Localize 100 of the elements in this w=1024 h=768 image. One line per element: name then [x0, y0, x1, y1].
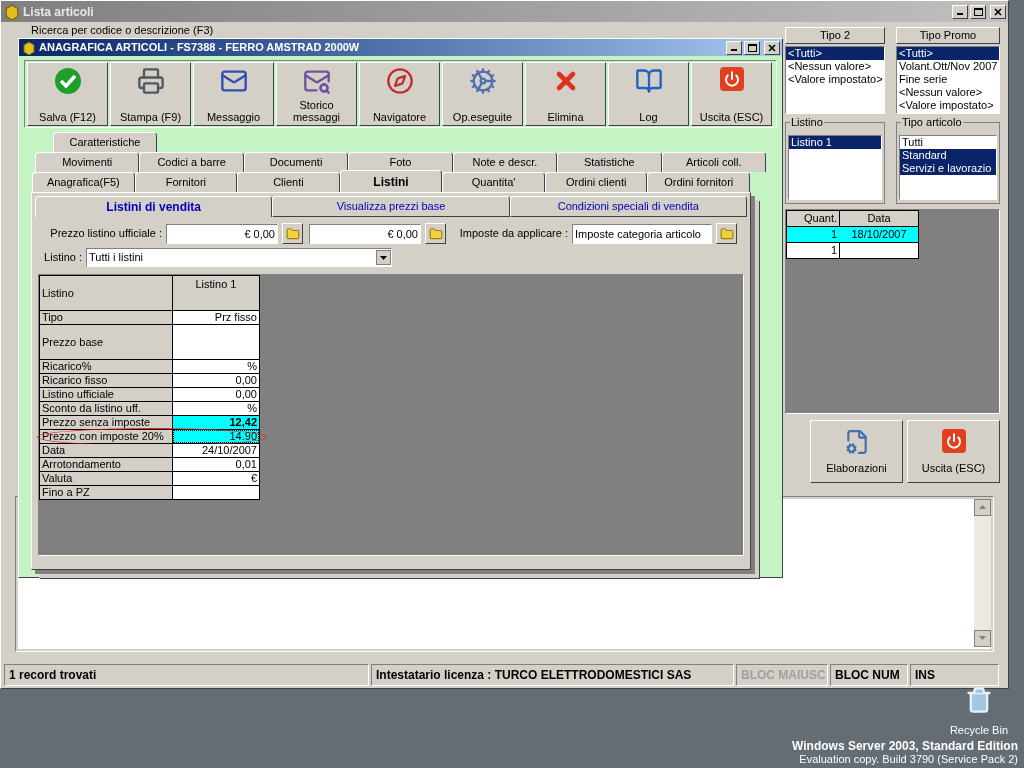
list-item[interactable]: Fine serie	[897, 73, 999, 86]
tab[interactable]: Clienti	[237, 172, 340, 192]
status-bar-field: Intestatario licenza : TURCO ELETTRODOMESTICI SAS	[371, 664, 734, 686]
toolbar-button[interactable]: Uscita (ESC)	[691, 62, 772, 126]
close-icon	[768, 43, 776, 52]
status-bar-field: INS	[910, 664, 999, 686]
recycle-bin-icon[interactable]	[964, 686, 993, 714]
scrollbar[interactable]	[974, 499, 991, 647]
tab[interactable]: Movimenti	[35, 152, 140, 172]
maximize-icon	[973, 7, 983, 16]
tab[interactable]: Caratteristiche	[53, 132, 157, 152]
window-title: Lista articoli	[23, 3, 95, 21]
grid-row[interactable]: 1	[787, 243, 918, 258]
list-item[interactable]: <Valore impostato>	[897, 99, 999, 112]
column-header[interactable]: Tipo Promo	[896, 27, 1000, 44]
close-icon	[994, 7, 1002, 16]
column-header[interactable]: Quant.	[787, 211, 839, 226]
folder-button[interactable]	[282, 223, 303, 244]
status-bar-field: 1 record trovati	[4, 664, 369, 686]
tab[interactable]: Documenti	[243, 152, 349, 172]
row-label: Prezzo con imposte 20%	[40, 430, 172, 443]
toolbar-button[interactable]: Salva (F12)	[27, 62, 108, 126]
toolbar-button[interactable]: Messaggio	[193, 62, 274, 126]
table-cell[interactable]: 0,00	[173, 374, 259, 387]
toolbar-button[interactable]: Log	[608, 62, 689, 126]
tab[interactable]: Condizioni speciali di vendita	[509, 196, 747, 217]
price-field[interactable]: € 0,00	[166, 223, 278, 244]
printer-icon	[136, 67, 165, 95]
table-cell[interactable]: Prz fisso	[173, 311, 259, 324]
window-title: ANAGRAFICA ARTICOLI - FS7388 - FERRO AMSTRAD 2000W	[39, 40, 361, 56]
folder-button[interactable]	[425, 223, 446, 244]
grid-row[interactable]: 1 18/10/2007	[787, 227, 918, 242]
table-cell[interactable]	[173, 325, 259, 359]
power-icon	[941, 429, 966, 453]
minimize-icon	[957, 13, 963, 15]
table-cell[interactable]: 0,01	[173, 458, 259, 471]
maximize-button[interactable]	[744, 40, 760, 55]
book-icon	[634, 67, 663, 95]
tab[interactable]: Fornitori	[134, 172, 238, 192]
table-cell[interactable]: %	[173, 402, 259, 415]
table-cell[interactable]: 14.90	[173, 430, 259, 443]
tab[interactable]: Foto	[348, 152, 453, 172]
tab[interactable]: Ordini fornitori	[647, 172, 751, 192]
box-icon	[22, 40, 36, 55]
list-item[interactable]: <Nessun valore>	[897, 86, 999, 99]
row-label: Prezzo base	[40, 325, 172, 359]
tab[interactable]: Note e descr.	[452, 152, 558, 172]
group-title: Tipo articolo	[901, 116, 963, 129]
list-item[interactable]: Servizi e lavorazio	[900, 162, 996, 175]
close-button[interactable]	[990, 4, 1006, 19]
check-icon	[53, 67, 82, 95]
group-title: Listino	[790, 116, 824, 129]
toolbar-button[interactable]: Storico messaggi	[276, 62, 357, 126]
maximize-button[interactable]	[970, 4, 986, 19]
tab[interactable]: Listini	[339, 170, 443, 192]
list-item[interactable]: <Tutti>	[786, 47, 884, 60]
column-header[interactable]: Data	[840, 211, 918, 226]
table-cell[interactable]: 24/10/2007	[173, 444, 259, 457]
listino-dropdown[interactable]: Tutti i listini	[86, 248, 392, 267]
table-cell[interactable]: €	[173, 472, 259, 485]
list-item[interactable]: Standard	[900, 149, 996, 162]
list-item[interactable]: <Nessun valore>	[786, 60, 884, 73]
row-label: Ricarico%	[40, 360, 172, 373]
table-cell[interactable]: %	[173, 360, 259, 373]
list-item[interactable]: <Valore impostato>	[786, 73, 884, 86]
tab[interactable]: Articoli coll.	[661, 152, 766, 172]
tab[interactable]: Statistiche	[557, 152, 662, 172]
list-item[interactable]: Volant.Ott/Nov 2007	[897, 60, 999, 73]
toolbar-button[interactable]: Navigatore	[359, 62, 440, 126]
tab[interactable]: Quantita'	[442, 172, 545, 192]
tab[interactable]: Listini di vendita	[35, 196, 273, 217]
column-header[interactable]: Tipo 2	[785, 27, 885, 44]
folder-button[interactable]	[716, 223, 737, 244]
tab[interactable]: Codici a barre	[139, 152, 244, 172]
table-cell[interactable]: 12,42	[173, 416, 259, 429]
tab[interactable]: Visualizza prezzi base	[272, 196, 510, 217]
toolbar-button[interactable]: Op.eseguite	[442, 62, 523, 126]
toolbar-button[interactable]: Elimina	[525, 62, 606, 126]
action-button[interactable]: Uscita (ESC)	[907, 420, 1000, 483]
desktop-icon-label[interactable]: Recycle Bin	[949, 724, 1008, 737]
minimize-button[interactable]	[726, 40, 742, 55]
action-button[interactable]: Elaborazioni	[810, 420, 903, 483]
list-item[interactable]: Tutti	[900, 136, 996, 149]
minimize-button[interactable]	[952, 4, 968, 19]
status-bar-field: BLOC NUM	[830, 664, 908, 686]
toolbar-button[interactable]: Stampa (F9)	[110, 62, 191, 126]
price-field[interactable]: € 0,00	[309, 223, 421, 244]
close-button[interactable]	[764, 40, 780, 55]
tab[interactable]: Ordini clienti	[544, 172, 648, 192]
table-cell[interactable]	[173, 486, 259, 499]
tax-field[interactable]: Imposte categoria articolo	[572, 223, 712, 244]
row-label: Ricarico fisso	[40, 374, 172, 387]
row-label: Data	[40, 444, 172, 457]
list-item[interactable]: <Tutti>	[897, 47, 999, 60]
power-icon	[719, 67, 744, 91]
row-label: Listino ufficiale	[40, 388, 172, 401]
list-item[interactable]: Listino 1	[789, 136, 881, 149]
tab[interactable]: Anagrafica(F5)	[32, 172, 135, 192]
table-cell[interactable]: 0,00	[173, 388, 259, 401]
row-label: Sconto da listino uff.	[40, 402, 172, 415]
